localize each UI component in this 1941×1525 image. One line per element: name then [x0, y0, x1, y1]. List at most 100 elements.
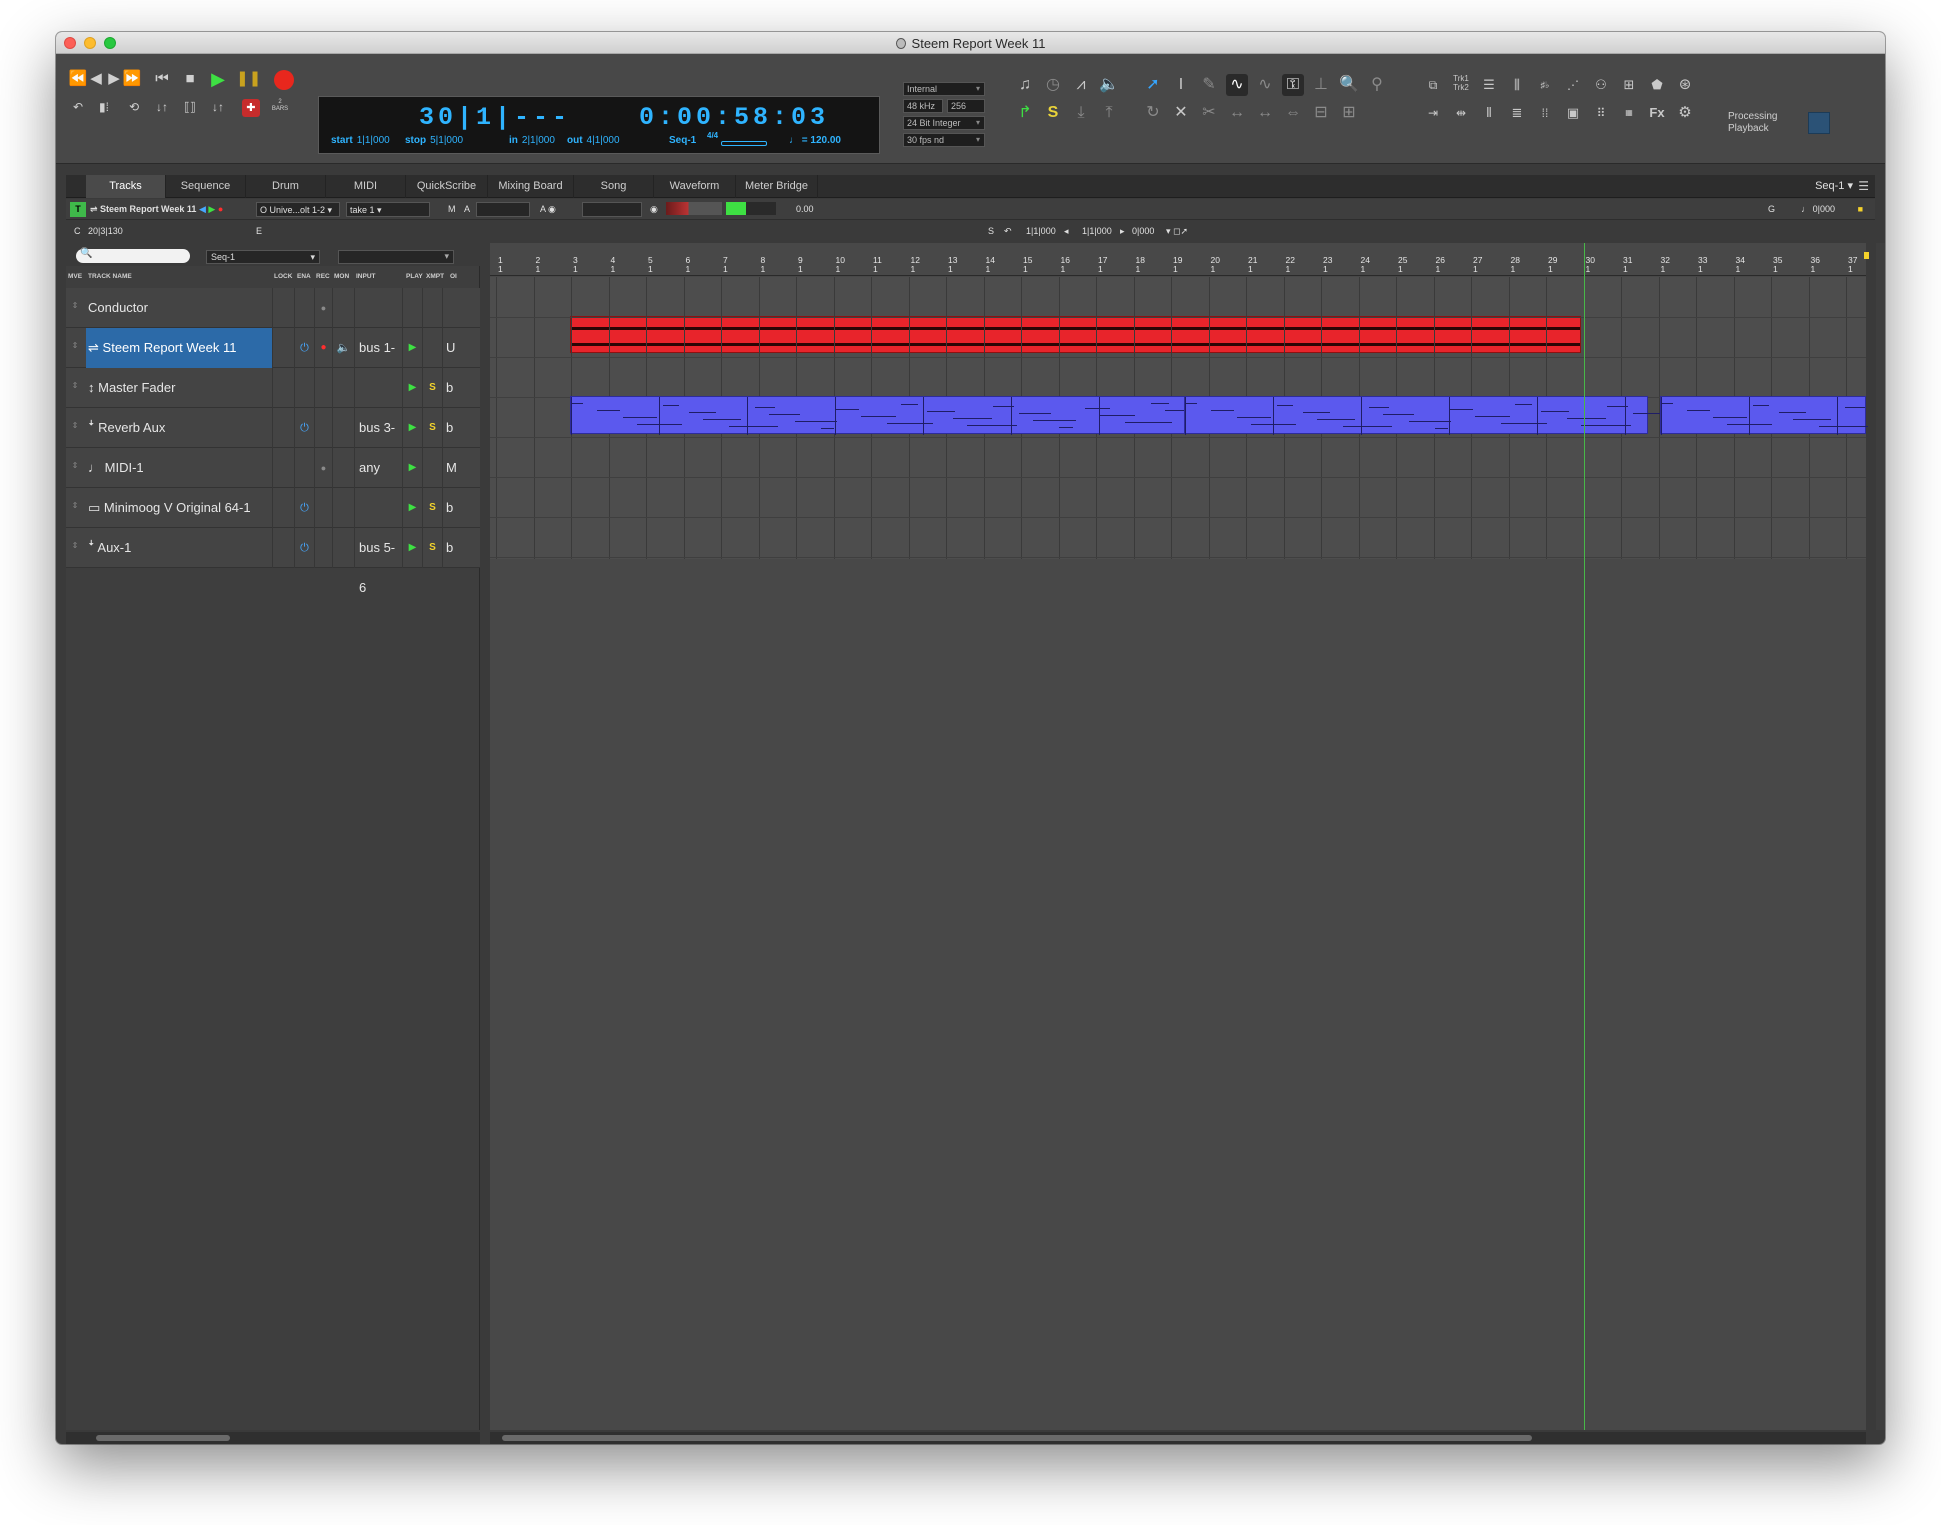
ibeam-tool-icon[interactable]: I: [1170, 74, 1192, 96]
tab-tracks[interactable]: Tracks: [86, 175, 166, 198]
track-window-icon[interactable]: ⧉: [1422, 74, 1444, 96]
step-record-icon[interactable]: ↱: [1014, 102, 1036, 124]
move-handle-icon[interactable]: ⇕: [68, 541, 82, 550]
record-enable-icon[interactable]: ●: [314, 288, 332, 328]
play-enable-icon[interactable]: ▶: [402, 488, 422, 528]
piano-icon[interactable]: ⊞: [1618, 74, 1640, 96]
track-list-seq-select[interactable]: Seq-1 ▾: [206, 250, 320, 264]
lock-cell[interactable]: [272, 448, 294, 488]
input-cell[interactable]: [354, 368, 402, 408]
enable-icon[interactable]: ⏻: [294, 408, 314, 448]
input-cell[interactable]: any: [354, 448, 402, 488]
lock-cell[interactable]: [272, 288, 294, 328]
graphic-icon[interactable]: ⋰: [1562, 74, 1584, 96]
menu-icon[interactable]: ☰: [1858, 175, 1869, 198]
solo-exempt-icon[interactable]: S: [422, 368, 442, 408]
play-enable-icon[interactable]: ▶: [402, 408, 422, 448]
play-enable-icon[interactable]: ▶: [402, 448, 422, 488]
loop-icon[interactable]: ⟲: [124, 98, 144, 118]
track-row[interactable]: ⇕ ♩ MIDI-1 ● any ▶ M: [66, 448, 480, 488]
tab-sequence[interactable]: Sequence: [166, 175, 246, 198]
output-cell[interactable]: b: [442, 368, 480, 408]
track-name[interactable]: ⇌ Steem Report Week 11: [86, 328, 272, 368]
step-icon[interactable]: ▮⁞: [94, 98, 114, 118]
reel-icon[interactable]: ⊛: [1674, 74, 1696, 96]
fx-icon[interactable]: Fx: [1646, 102, 1668, 124]
grid-icon[interactable]: ⁞⁞: [1534, 102, 1556, 124]
monitor-icon[interactable]: [332, 408, 354, 448]
playhead-line[interactable]: [1583, 243, 1585, 1430]
automation-button[interactable]: A: [464, 202, 470, 217]
selection-s-button[interactable]: S: [988, 224, 994, 239]
automation-field[interactable]: [476, 202, 530, 217]
lock-cell[interactable]: [272, 408, 294, 448]
lock-cell[interactable]: [272, 528, 294, 568]
track-row[interactable]: ⇕ ꜜ Reverb Aux ⏻ bus 3-4▶Sb: [66, 408, 480, 475]
track-row[interactable]: ⇕ ꜜ Aux-1 ⏻ bus 5-6 ▶ Sb: [66, 528, 480, 595]
solo-exempt-icon[interactable]: S: [422, 528, 442, 568]
enable-icon[interactable]: [294, 448, 314, 488]
patch-field[interactable]: [582, 202, 642, 217]
solo-exempt-icon[interactable]: S: [422, 488, 442, 528]
record-button[interactable]: [274, 70, 294, 90]
trk-compare-icon[interactable]: Trk1 Trk2: [1450, 74, 1472, 96]
key-tool-icon[interactable]: ⚿: [1282, 74, 1304, 96]
move-handle-icon[interactable]: ⇕: [68, 301, 82, 310]
go-to-start-icon[interactable]: ⏮: [152, 70, 172, 90]
solo-icon[interactable]: S: [1042, 102, 1064, 124]
monitor-icon[interactable]: [332, 528, 354, 568]
zoom-icon[interactable]: 🔍: [1338, 74, 1360, 96]
merge-icon[interactable]: ⊟: [1310, 102, 1332, 124]
selection-undo-icon[interactable]: ↶: [1004, 224, 1012, 239]
output-cell[interactable]: b: [442, 488, 480, 528]
input-cell[interactable]: bus 5-6: [354, 528, 402, 595]
buffer-size-select[interactable]: 256: [947, 99, 985, 113]
selection-dropdown-icon[interactable]: ▾ ◻➚: [1166, 224, 1188, 239]
metronome-icon[interactable]: ♫: [1014, 74, 1036, 96]
output-cell[interactable]: U: [442, 328, 480, 368]
output-cell[interactable]: b: [442, 408, 480, 448]
cue-value[interactable]: 20|3|130: [88, 224, 123, 239]
monitor-icon[interactable]: 🔈: [332, 328, 354, 368]
tab-song[interactable]: Song: [574, 175, 654, 198]
bounce-icon[interactable]: ⊞: [1338, 102, 1360, 124]
solo-exempt-icon[interactable]: S: [422, 408, 442, 448]
enable-icon[interactable]: ⏻: [294, 328, 314, 368]
track-list-scroll-thumb[interactable]: [96, 1435, 230, 1441]
enable-icon[interactable]: ⏻: [294, 528, 314, 568]
stop-field[interactable]: stop 5|1|000: [405, 135, 463, 146]
sequence-menu[interactable]: Seq-1 ▾: [1815, 175, 1853, 198]
timeline-scroll-thumb[interactable]: [502, 1435, 1532, 1441]
track-row[interactable]: ⇕ ⇌ Steem Report Week 11 ⏻●🔈bus 1-2▶ U: [66, 328, 480, 395]
settings-icon[interactable]: ⚙: [1674, 102, 1696, 124]
mute-button[interactable]: M: [448, 202, 456, 217]
tuner-icon[interactable]: ⚲: [1366, 74, 1388, 96]
move-handle-icon[interactable]: ⇕: [68, 501, 82, 510]
selection-length[interactable]: 0|000: [1132, 224, 1154, 239]
frame-rate-select[interactable]: 30 fps nd ▾: [903, 133, 985, 147]
timeline-scrollbar[interactable]: [490, 1432, 1866, 1444]
play-enable-icon[interactable]: ▶: [402, 368, 422, 408]
pan-knob-icon[interactable]: ◉: [650, 202, 658, 217]
track-name[interactable]: ▭ Minimoog V Original 64-1: [86, 488, 272, 528]
input-cell[interactable]: [354, 488, 402, 528]
redo-icon[interactable]: ↻: [1142, 102, 1164, 124]
pin-tool-icon[interactable]: ⊥: [1310, 74, 1332, 96]
record-enable-icon[interactable]: ●: [314, 448, 332, 488]
lock-cell[interactable]: [272, 328, 294, 368]
record-enable-icon[interactable]: [314, 408, 332, 448]
group-button[interactable]: G: [1768, 202, 1775, 217]
track-name[interactable]: Conductor: [86, 288, 272, 328]
out-field[interactable]: out 4|1|000: [567, 135, 620, 146]
offset-value[interactable]: ♩ 0|000: [1801, 202, 1835, 217]
monitor-icon[interactable]: [332, 368, 354, 408]
edit-button[interactable]: E: [256, 224, 262, 239]
realtime-counter[interactable]: 0:00:58:03: [639, 103, 829, 132]
lock-cell[interactable]: [272, 488, 294, 528]
enable-icon[interactable]: ⏻: [294, 488, 314, 528]
record-enable-icon[interactable]: [314, 368, 332, 408]
play-enable-icon[interactable]: ▶: [402, 328, 422, 368]
play-enable-icon[interactable]: [402, 288, 422, 328]
rewind-icon[interactable]: ◀: [86, 70, 106, 90]
arrow-tool-icon[interactable]: ➚: [1142, 74, 1164, 96]
